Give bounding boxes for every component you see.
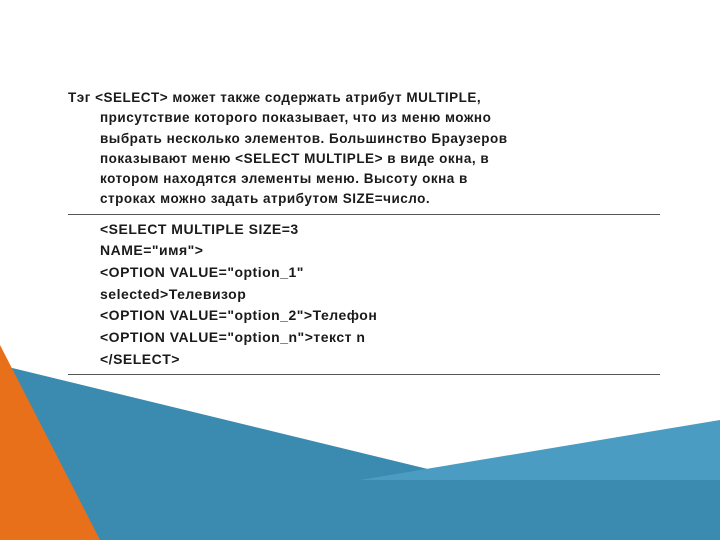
code-block: <SELECT MULTIPLE SIZE=3 NAME="имя"> <OPT… [68,214,660,376]
code-line: NAME="имя"> [100,240,660,262]
slide-content: Тэг <SELECT> может также содержать атриб… [68,88,660,375]
code-line: <OPTION VALUE="option_2">Телефон [100,305,660,327]
paragraph-line: присутствие которого показывает, что из … [68,108,660,128]
code-line: <OPTION VALUE="option_n">текст n [100,327,660,349]
decoration-bottom-strip [0,480,720,540]
paragraph-line: Тэг <SELECT> может также содержать атриб… [68,88,660,108]
code-line: selected>Телевизор [100,284,660,306]
paragraph-line: котором находятся элементы меню. Высоту … [68,169,660,189]
paragraph-line: выбрать несколько элементов. Большинство… [68,129,660,149]
paragraph-line: строках можно задать атрибутом SIZE=числ… [68,189,660,209]
code-line: <SELECT MULTIPLE SIZE=3 [100,219,660,241]
paragraph-line: показывают меню <SELECT MULTIPLE> в виде… [68,149,660,169]
code-line: <OPTION VALUE="option_1" [100,262,660,284]
decoration-triangle-orange [0,345,100,540]
